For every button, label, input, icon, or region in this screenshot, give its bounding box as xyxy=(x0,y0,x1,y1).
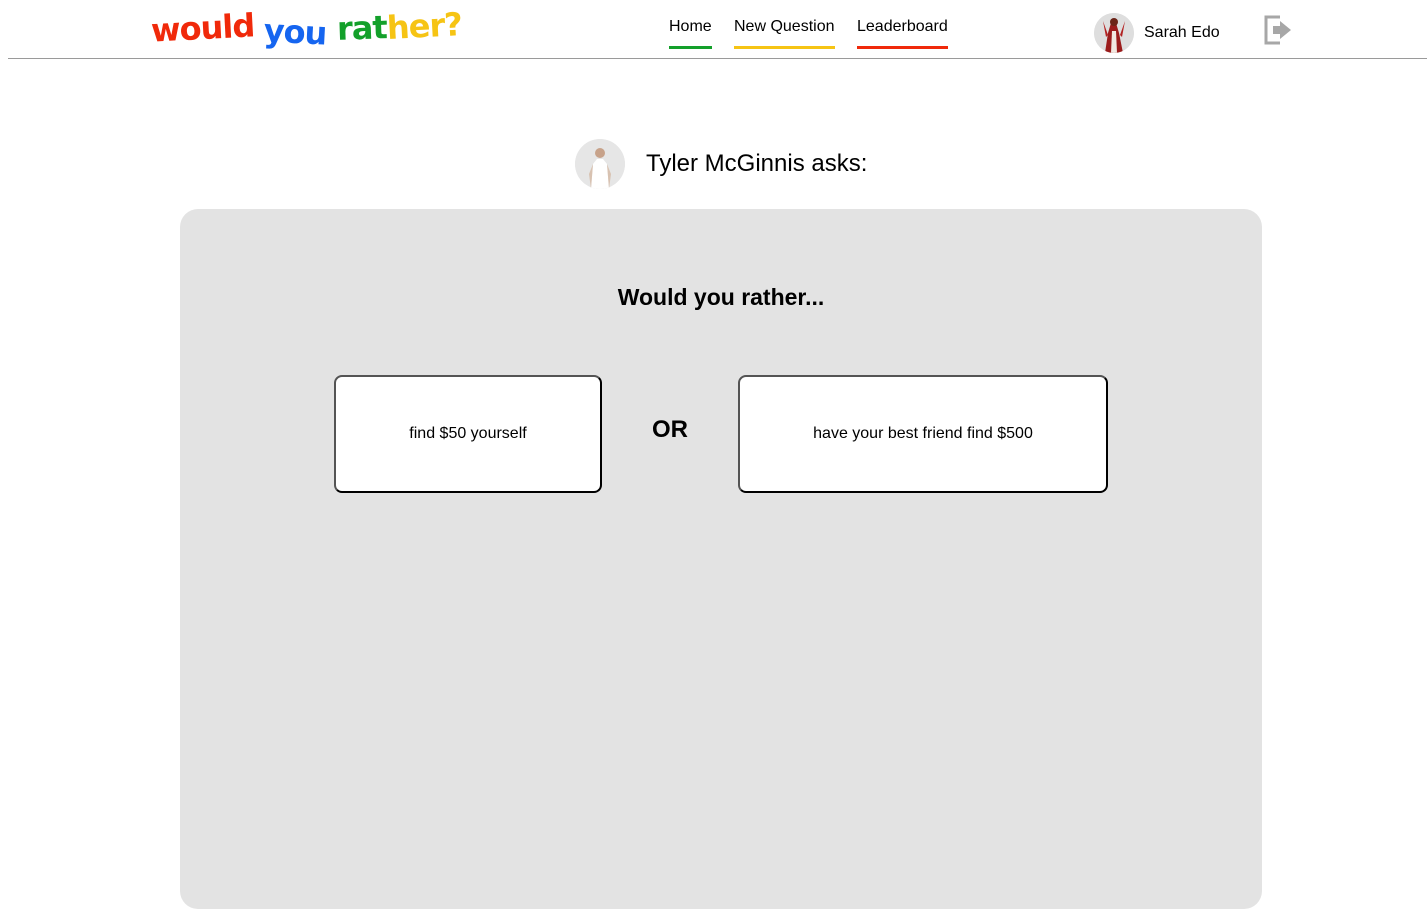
nav-leaderboard-link[interactable]: Leaderboard xyxy=(857,17,948,49)
sign-out-icon[interactable] xyxy=(1263,14,1293,46)
nav-home-label: Home xyxy=(669,18,712,35)
author-avatar-icon xyxy=(575,139,625,189)
logo-word-you: you xyxy=(263,11,328,53)
top-navigation-bar: would you rather? Home New Question Leader… xyxy=(8,0,1427,59)
nav-home-underline xyxy=(669,46,712,49)
question-card: Would you rather... find $50 yourself OR… xyxy=(180,209,1262,909)
option-one-button[interactable]: find $50 yourself xyxy=(334,375,602,493)
user-name: Sarah Edo xyxy=(1144,24,1220,41)
question-author-label: Tyler McGinnis asks: xyxy=(646,150,868,177)
option-two-label: have your best friend find $500 xyxy=(813,425,1033,442)
nav-new-question-link[interactable]: New Question xyxy=(734,17,835,49)
option-two-button[interactable]: have your best friend find $500 xyxy=(738,375,1108,493)
logo-word-would: would xyxy=(150,6,256,50)
question-author: Tyler McGinnis asks: xyxy=(575,139,867,189)
or-separator: OR xyxy=(652,416,688,443)
option-one-label: find $50 yourself xyxy=(409,425,527,442)
would-you-rather-logo[interactable]: would you rather? xyxy=(150,5,462,53)
nav-leaderboard-underline xyxy=(857,46,948,49)
current-user: Sarah Edo xyxy=(1094,12,1220,54)
nav-leaderboard-label: Leaderboard xyxy=(857,18,948,35)
user-avatar-icon xyxy=(1094,13,1134,53)
question-title: Would you rather... xyxy=(617,284,825,310)
logo-word-rather-start: rat xyxy=(336,8,388,48)
nav-new-question-underline xyxy=(734,46,835,49)
logo-word-rather-end: her? xyxy=(385,5,463,47)
nav-home-link[interactable]: Home xyxy=(669,17,712,49)
nav-new-question-label: New Question xyxy=(734,18,835,35)
